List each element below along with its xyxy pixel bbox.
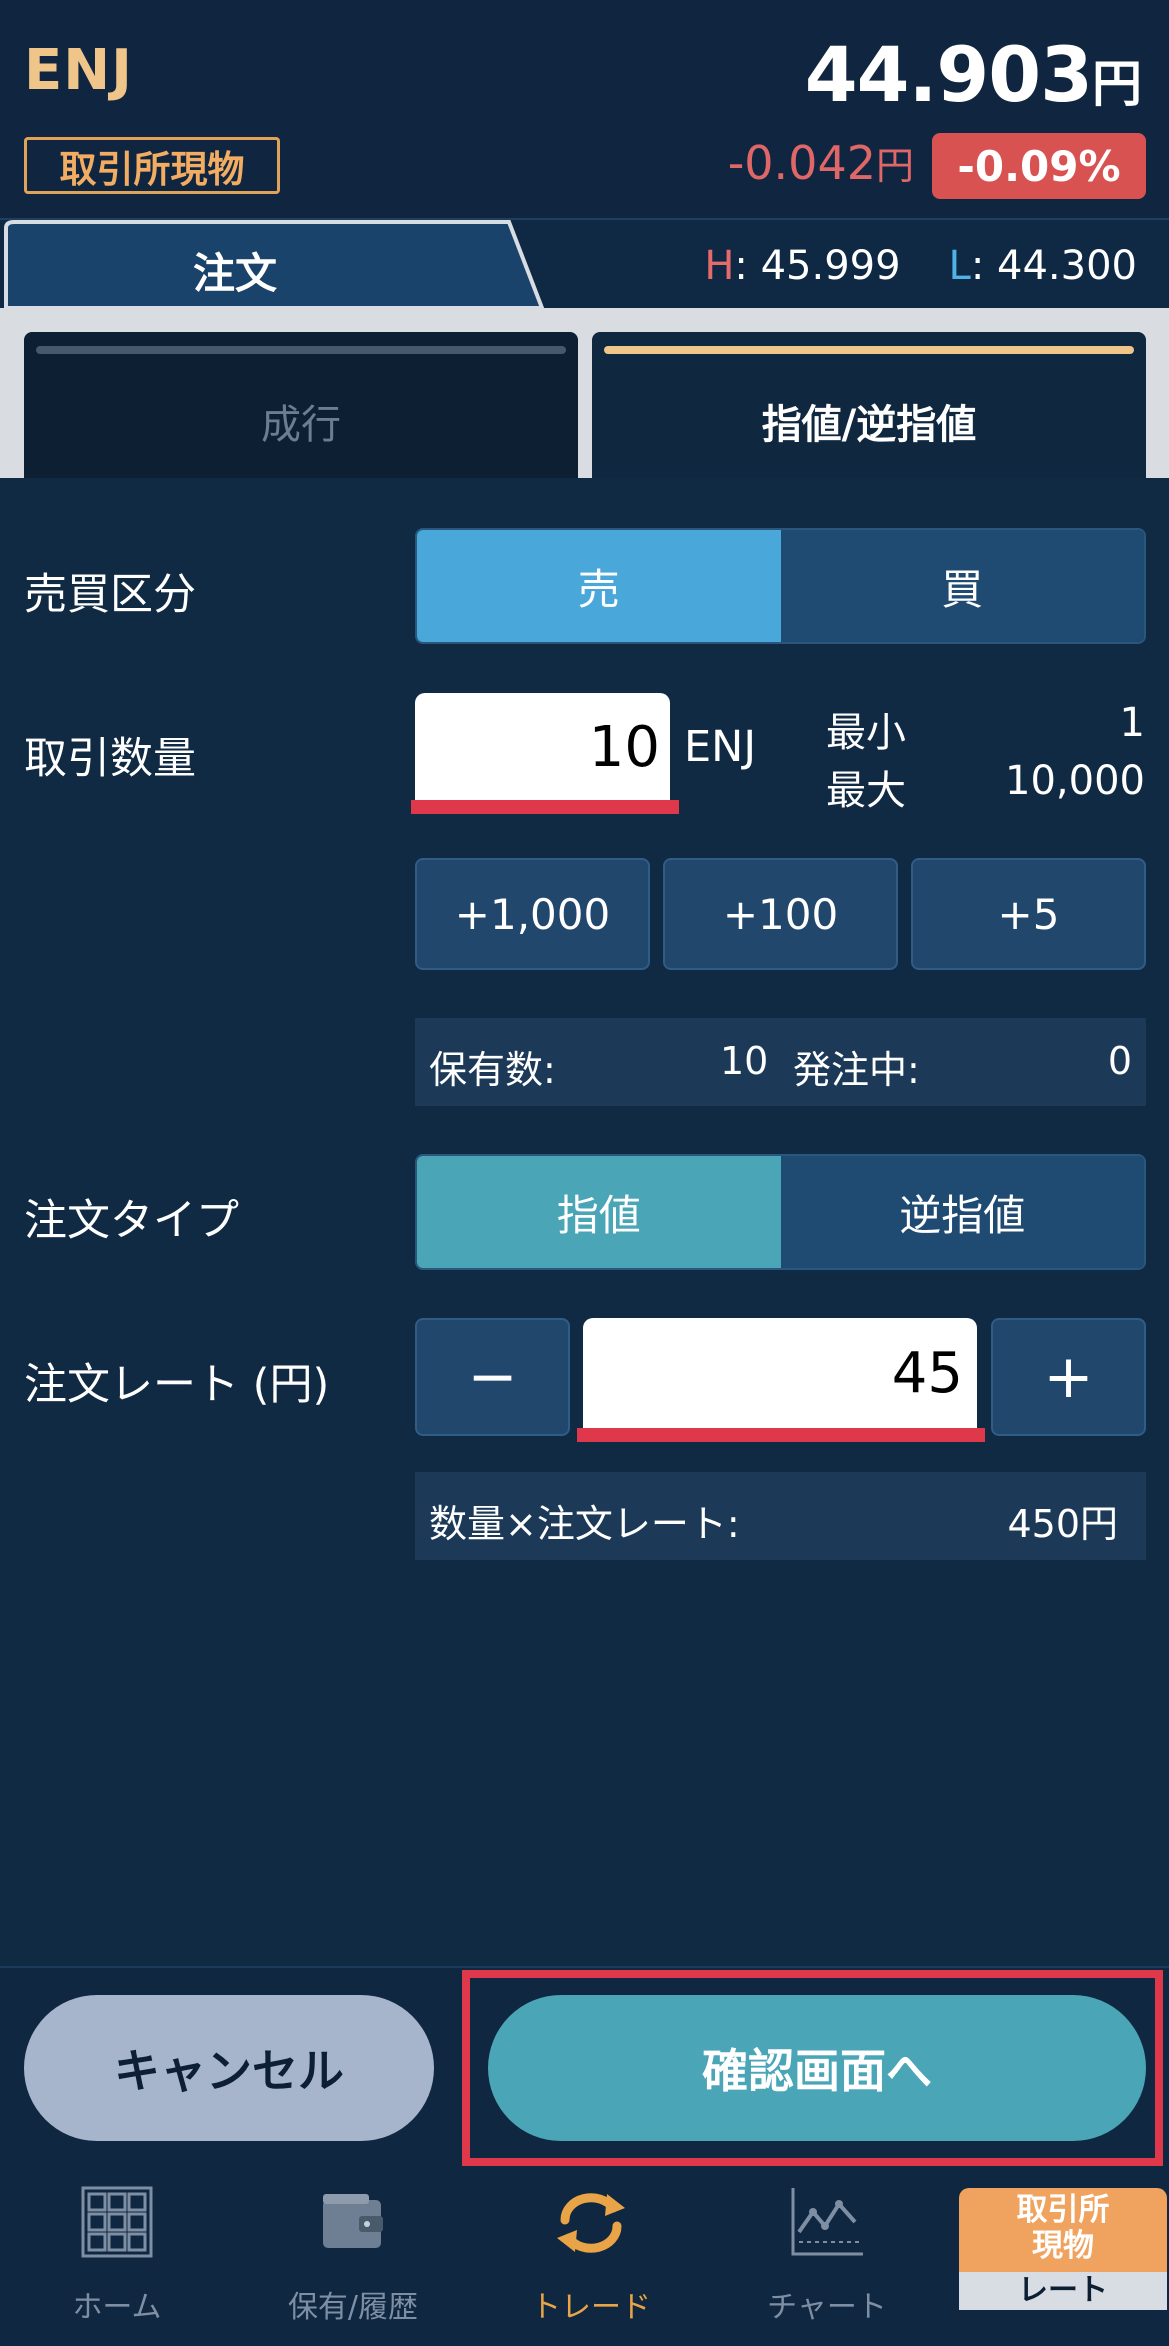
nav-rate-market: 取引所 現物 <box>959 2192 1167 2264</box>
max-label: 最大 <box>826 768 906 814</box>
cancel-button[interactable]: キャンセル <box>24 1995 434 2141</box>
side-label: 売買区分 <box>24 570 196 620</box>
tab-market-order[interactable]: 成行 <box>24 332 578 478</box>
order-type-toggle: 指値 逆指値 <box>415 1154 1146 1270</box>
tab-order-label: 注文 <box>192 249 277 298</box>
max-value: 10,000 <box>1005 758 1145 804</box>
price-change: -0.042円 <box>728 135 914 190</box>
total-info: 数量×注文レート: 450円 <box>415 1472 1146 1560</box>
add-1000-button[interactable]: +1,000 <box>415 858 650 970</box>
holding-label: 保有数: <box>429 1048 556 1092</box>
high-value: : 45.999 <box>734 243 901 289</box>
rate-decrease-button[interactable]: − <box>415 1318 570 1436</box>
holding-info: 保有数: 10 発注中: 0 <box>415 1018 1146 1106</box>
exchange-arrows-icon <box>557 2193 625 2253</box>
current-price: 44.903円 <box>804 30 1142 119</box>
nav-rate-label: レート <box>959 2272 1167 2310</box>
nav-trade[interactable]: トレード <box>476 2172 706 2346</box>
change-value: -0.042 <box>727 136 876 190</box>
total-value: 450円 <box>1007 1502 1118 1546</box>
high-label: H <box>704 243 735 289</box>
nav-home[interactable]: ホーム <box>2 2172 232 2346</box>
change-percent-badge: -0.09% <box>932 133 1146 199</box>
low-label: L <box>948 243 971 289</box>
min-label: 最小 <box>826 710 906 756</box>
nav-rate[interactable]: 取引所 現物 レート <box>959 2188 1167 2310</box>
symbol-title: ENJ <box>24 38 133 103</box>
total-label: 数量×注文レート: <box>429 1502 740 1546</box>
rate-input-highlight <box>577 1428 985 1442</box>
tab-limit-order[interactable]: 指値/逆指値 <box>592 332 1146 478</box>
low-value: : 44.300 <box>970 243 1137 289</box>
tab-market-label: 成行 <box>261 402 341 448</box>
price-value: 44.903 <box>804 30 1093 119</box>
wallet-icon <box>323 2194 383 2248</box>
side-toggle: 売 買 <box>415 528 1146 644</box>
nav-chart[interactable]: チャート <box>712 2172 942 2346</box>
tab-limit-label: 指値/逆指値 <box>761 402 977 448</box>
nav-home-label: ホーム <box>72 2290 162 2325</box>
stop-type-button[interactable]: 逆指値 <box>780 1156 1144 1268</box>
grid-icon <box>81 2186 153 2258</box>
nav-holdings-label: 保有/履歴 <box>287 2290 419 2325</box>
high-low-readout: H: 45.999 L: 44.300 <box>704 243 1137 289</box>
quantity-input-highlight <box>411 800 679 814</box>
nav-chart-label: チャート <box>767 2290 887 2325</box>
nav-rate-market-line1: 取引所 <box>1016 2192 1110 2228</box>
chart-icon <box>791 2188 863 2256</box>
quantity-unit: ENJ <box>684 722 757 772</box>
quantity-label: 取引数量 <box>24 734 196 784</box>
min-value: 1 <box>1119 700 1145 746</box>
holding-value: 10 <box>720 1039 769 1083</box>
nav-rate-market-line2: 現物 <box>1032 2228 1094 2264</box>
limit-type-button[interactable]: 指値 <box>417 1156 781 1268</box>
confirm-highlight-frame <box>462 1970 1163 2166</box>
rate-input[interactable]: 45 <box>583 1318 977 1430</box>
add-5-button[interactable]: +5 <box>911 858 1146 970</box>
change-unit: 円 <box>875 144 914 188</box>
quantity-input[interactable]: 10 <box>415 693 670 803</box>
add-100-button[interactable]: +100 <box>663 858 898 970</box>
market-badge: 取引所現物 <box>24 137 280 194</box>
pending-value: 0 <box>1107 1039 1132 1083</box>
order-type-label: 注文タイプ <box>24 1196 239 1246</box>
sell-button[interactable]: 売 <box>417 530 781 642</box>
buy-button[interactable]: 買 <box>780 530 1144 642</box>
rate-label: 注文レート (円) <box>24 1360 330 1410</box>
nav-holdings[interactable]: 保有/履歴 <box>238 2172 468 2346</box>
rate-increase-button[interactable]: + <box>991 1318 1146 1436</box>
price-unit: 円 <box>1092 55 1142 113</box>
tab-indicator <box>36 346 566 354</box>
pending-label: 発注中: <box>793 1048 920 1092</box>
nav-trade-label: トレード <box>531 2290 651 2325</box>
tab-indicator-active <box>604 346 1134 354</box>
